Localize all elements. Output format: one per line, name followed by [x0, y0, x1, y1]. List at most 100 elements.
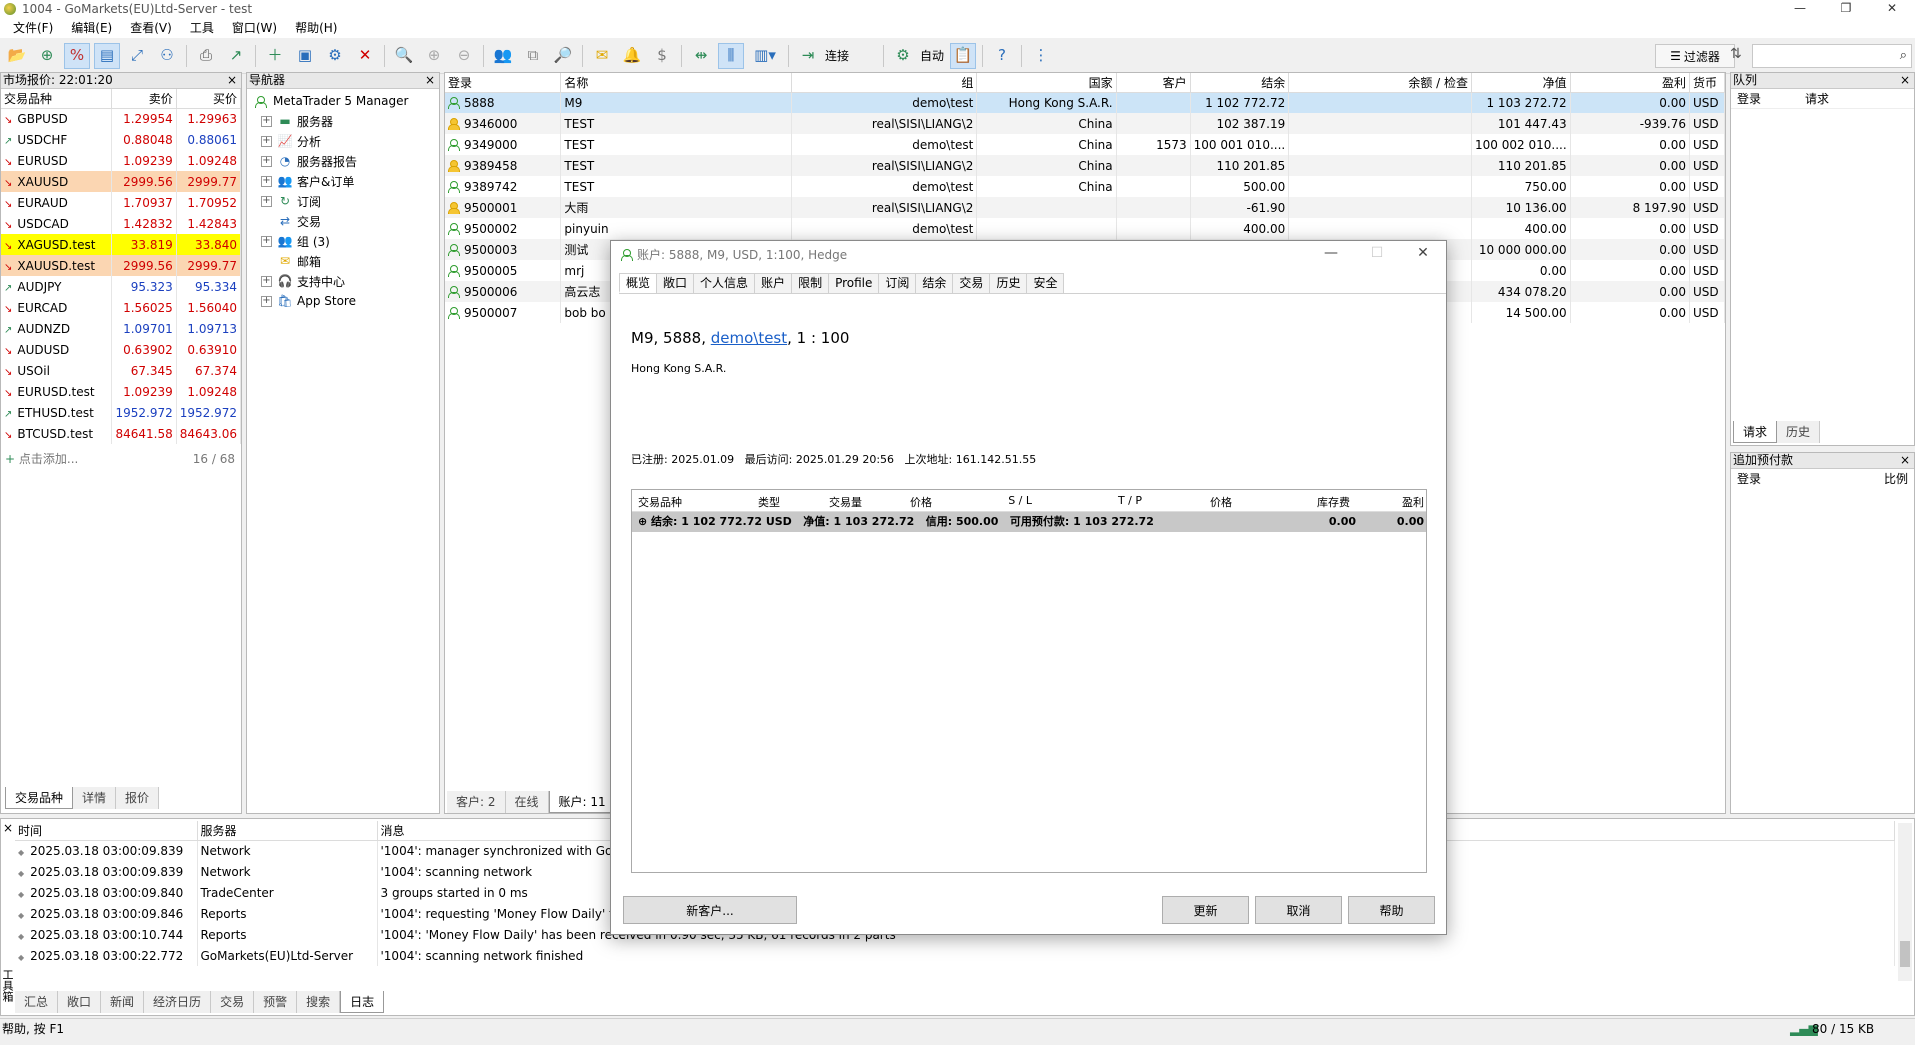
positions-col[interactable]: 交易量 — [792, 494, 862, 510]
symbol-row[interactable]: ↗ ETHUSD.test 1952.972 1952.972 — [1, 402, 242, 423]
client-row[interactable]: 9389742 TEST demo\test China 500.00 750.00 0.0… — [445, 176, 1725, 197]
dialog-tab[interactable]: 限制 — [791, 273, 830, 293]
positions-col[interactable]: 库存费 — [1232, 494, 1350, 510]
symbol-row[interactable]: ↘ EURUSD 1.09239 1.09248 — [1, 150, 242, 171]
symbol-row[interactable]: ↘ USOil 67.345 67.374 — [1, 360, 242, 381]
queue-col-request[interactable]: 请求 — [1801, 89, 1829, 108]
positions-col[interactable]: T / P — [1032, 494, 1142, 507]
open-folder-icon[interactable]: 📂 — [4, 43, 30, 69]
add-icon[interactable]: ＋ — [262, 43, 288, 69]
expand-icon[interactable]: + — [261, 115, 272, 127]
nav-root[interactable]: MetaTrader 5 Manager — [255, 91, 439, 111]
tab-clients[interactable]: 客户: 2 — [447, 791, 506, 813]
close-icon[interactable]: × — [227, 73, 237, 88]
queue-col-login[interactable]: 登录 — [1731, 89, 1801, 108]
nav-item[interactable]: + 🛍 App Store — [261, 291, 439, 311]
connect-icon[interactable]: ⇥ — [795, 43, 821, 69]
update-button[interactable]: 更新 — [1162, 896, 1249, 924]
clients-col[interactable]: 货币 — [1689, 73, 1725, 93]
new-client-button[interactable]: 新客户... — [623, 896, 797, 924]
expand-icon[interactable]: + — [261, 175, 272, 187]
nav-item[interactable]: ⇄ 交易 — [261, 211, 439, 231]
client-row[interactable]: 9500001 大雨 real\SISI\LIANG\2 -61.90 10 136.0… — [445, 197, 1725, 218]
auto-label[interactable]: 自动 — [920, 47, 944, 64]
symbol-row[interactable]: ↗ AUDNZD 1.09701 1.09713 — [1, 318, 242, 339]
search-input[interactable]: ⌕ — [1752, 44, 1912, 68]
toolbox-tab[interactable]: 预警 — [254, 991, 298, 1013]
tab-ticks[interactable]: 报价 — [116, 787, 160, 809]
dialog-tab[interactable]: Profile — [828, 273, 880, 293]
journal-scrollbar[interactable] — [1898, 823, 1912, 981]
expand-icon[interactable]: + — [261, 295, 272, 307]
positions-col[interactable]: 交易品种 — [638, 494, 728, 510]
margin-col-login[interactable]: 登录 — [1737, 469, 1761, 489]
close-icon[interactable]: × — [425, 73, 435, 88]
close-button[interactable]: ✕ — [1869, 0, 1915, 18]
toolbox-tab[interactable]: 日志 — [340, 991, 385, 1013]
expand-icon[interactable] — [261, 256, 272, 267]
dialog-tab[interactable]: 历史 — [989, 273, 1028, 293]
filter-button[interactable]: ☰ 过滤器 — [1655, 44, 1735, 68]
minimize-button[interactable]: — — [1777, 0, 1823, 18]
col-time[interactable]: 时间 — [15, 821, 198, 841]
delete-icon[interactable]: ✕ — [352, 43, 378, 69]
menu-view[interactable]: 查看(V) — [121, 18, 181, 38]
zoom-in-icon[interactable]: ⊕ — [421, 43, 447, 69]
menu-help[interactable]: 帮助(H) — [286, 18, 346, 38]
toolbox-tab[interactable]: 搜索 — [297, 991, 341, 1013]
clients-col[interactable]: 盈利 — [1570, 73, 1691, 93]
layout-icon[interactable]: ▤ — [94, 42, 120, 69]
expand-icon[interactable]: + — [261, 155, 272, 167]
settings-icon[interactable]: ⚙ — [322, 43, 348, 69]
help-button[interactable]: 帮助 — [1348, 896, 1435, 924]
expand-icon[interactable]: + — [261, 135, 272, 147]
clipboard-icon[interactable]: 📋 — [950, 42, 977, 69]
symbol-row[interactable]: ↘ BTCUSD.test 84641.58 84643.06 — [1, 423, 242, 444]
menu-edit[interactable]: 编辑(E) — [62, 18, 121, 38]
client-row[interactable]: 9346000 TEST real\SISI\LIANG\2 China 102 387… — [445, 113, 1725, 134]
auto-gear-icon[interactable]: ⚙ — [890, 43, 916, 69]
symbol-row[interactable]: ↘ AUDUSD 0.63902 0.63910 — [1, 339, 242, 360]
clients-col[interactable]: 组 — [791, 73, 978, 93]
expand-icon[interactable]: ⤢ — [124, 43, 150, 69]
col-ask[interactable]: 买价 — [176, 89, 242, 109]
close-icon[interactable]: × — [1900, 73, 1910, 88]
toolbox-tab[interactable]: 经济日历 — [144, 991, 212, 1013]
expand-icon[interactable]: + — [261, 195, 272, 207]
columns-icon[interactable]: ⫼ — [718, 42, 744, 69]
symbol-row[interactable]: ↗ AUDJPY 95.323 95.334 — [1, 276, 242, 297]
nav-item[interactable]: ✉ 邮箱 — [261, 251, 439, 271]
dialog-maximize-button[interactable]: ☐ — [1354, 241, 1400, 267]
menu-file[interactable]: 文件(F) — [4, 18, 62, 38]
add-symbol-row[interactable]: + 点击添加... 16 / 68 — [1, 449, 241, 470]
nav-item[interactable]: + ◔ 服务器报告 — [261, 151, 439, 171]
expand-icon[interactable] — [261, 216, 272, 227]
dialog-tab[interactable]: 账户 — [754, 273, 793, 293]
dollar-icon[interactable]: $ — [649, 43, 675, 69]
nav-item[interactable]: + 👥 客户&订单 — [261, 171, 439, 191]
print-icon[interactable]: ⎙ — [193, 43, 219, 69]
zoom-out-icon[interactable]: ⊖ — [451, 43, 477, 69]
client-row[interactable]: 9500002 pinyuin demo\test 400.00 400.00 0.00 U… — [445, 218, 1725, 239]
tab-requests[interactable]: 请求 — [1733, 421, 1778, 443]
toolbox-tab[interactable]: 新闻 — [101, 991, 145, 1013]
nav-item[interactable]: + 👥 组 (3) — [261, 231, 439, 251]
toolbox-tab[interactable]: 敞口 — [58, 991, 102, 1013]
clients-col[interactable]: 客户 — [1116, 73, 1191, 93]
clients-col[interactable]: 登录 — [445, 73, 562, 93]
symbol-row[interactable]: ↘ EURAUD 1.70937 1.70952 — [1, 192, 242, 213]
search-users-icon[interactable]: 🔎 — [550, 43, 576, 69]
col-bid[interactable]: 卖价 — [111, 89, 177, 109]
dialog-tab[interactable]: 交易 — [952, 273, 991, 293]
symbol-row[interactable]: ↘ XAUUSD 2999.56 2999.77 — [1, 171, 242, 192]
symbol-row[interactable]: ↗ USDCHF 0.88048 0.88061 — [1, 129, 242, 150]
view-dropdown-icon[interactable]: ▥▾ — [748, 43, 782, 69]
tab-symbols[interactable]: 交易品种 — [5, 787, 74, 809]
symbol-row[interactable]: ↘ XAUUSD.test 2999.56 2999.77 — [1, 255, 242, 276]
more-icon[interactable]: ⋮ — [1028, 43, 1054, 69]
mail-icon[interactable]: ✉ — [589, 43, 615, 69]
col-symbol[interactable]: 交易品种 — [1, 89, 113, 109]
tab-details[interactable]: 详情 — [73, 787, 117, 809]
positions-col[interactable]: S / L — [932, 494, 1032, 507]
menu-window[interactable]: 窗口(W) — [223, 18, 286, 38]
